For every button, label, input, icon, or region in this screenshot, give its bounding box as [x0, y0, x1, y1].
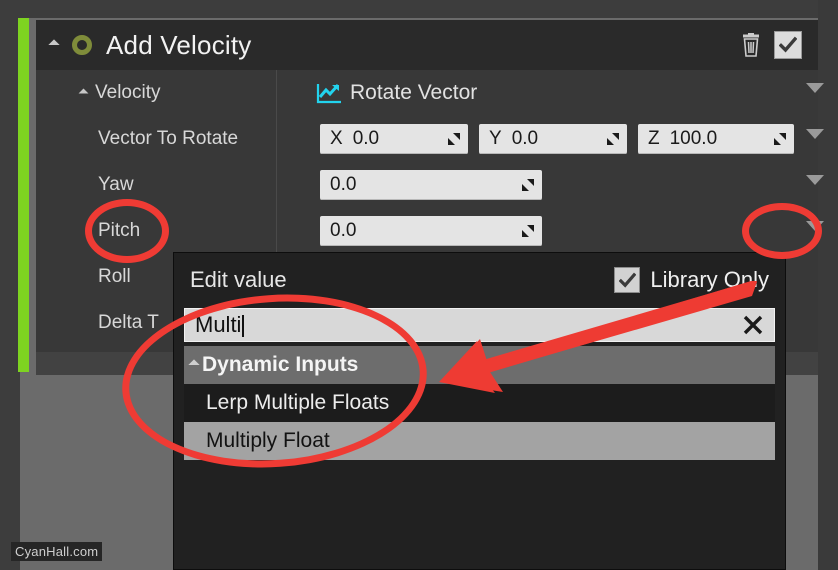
- row-label-velocity: Velocity: [95, 82, 161, 103]
- triangle-collapse-icon[interactable]: [48, 39, 60, 51]
- checked-checkbox-icon: [618, 272, 636, 288]
- watermark: CyanHall.com: [11, 542, 103, 561]
- row-label-roll: Roll: [98, 266, 131, 287]
- pitch-input[interactable]: 0.0: [320, 216, 542, 246]
- triangle-collapse-icon[interactable]: [78, 88, 89, 98]
- pitch-value: 0.0: [330, 220, 357, 241]
- chevron-down-icon[interactable]: [806, 83, 824, 93]
- drag-grip-icon[interactable]: [606, 132, 620, 146]
- green-circle-node-icon: [72, 35, 92, 55]
- trash-icon[interactable]: [740, 33, 762, 57]
- editor-background-top: [0, 0, 838, 18]
- vector-z-input[interactable]: Z 100.0: [638, 124, 794, 154]
- line-chart-icon: [316, 82, 342, 104]
- pitch-dropdown-ellipse: [742, 203, 822, 259]
- yaw-input[interactable]: 0.0: [320, 170, 542, 200]
- checked-checkbox-icon: [779, 36, 797, 53]
- drag-grip-icon[interactable]: [773, 132, 787, 146]
- vector-x-value: 0.0: [352, 128, 380, 149]
- drag-grip-icon[interactable]: [521, 224, 535, 238]
- axis-label-x: X: [330, 128, 343, 149]
- property-row-yaw: Yaw 0.0: [36, 162, 824, 208]
- vector-y-value: 0.0: [511, 128, 539, 149]
- property-row-vector-to-rotate: Vector To Rotate X 0.0 Y 0.0 Z 100.0: [36, 116, 824, 162]
- popup-title: Edit value: [190, 267, 287, 292]
- node-header[interactable]: Add Velocity: [36, 20, 818, 70]
- property-row-velocity: Velocity Rotate Vector: [36, 70, 824, 116]
- row-label-delta-time: Delta T: [98, 312, 159, 333]
- drag-grip-icon[interactable]: [521, 178, 535, 192]
- axis-label-z: Z: [648, 128, 660, 149]
- library-only-label: Library Only: [650, 267, 769, 292]
- chevron-down-icon[interactable]: [806, 129, 824, 139]
- node-header-actions: [740, 31, 818, 59]
- node-enabled-checkbox[interactable]: [774, 31, 802, 59]
- vector-y-input[interactable]: Y 0.0: [479, 124, 627, 154]
- drag-grip-icon[interactable]: [447, 132, 461, 146]
- vector-x-input[interactable]: X 0.0: [320, 124, 468, 154]
- green-accent-bar: [18, 18, 29, 372]
- yaw-value: 0.0: [330, 174, 357, 195]
- pitch-label-ellipse: [85, 199, 169, 263]
- row-label-vector-to-rotate: Vector To Rotate: [98, 128, 239, 149]
- velocity-function-value[interactable]: Rotate Vector: [350, 81, 477, 105]
- axis-label-y: Y: [489, 128, 502, 149]
- vector-z-value: 100.0: [669, 128, 718, 149]
- library-only-checkbox[interactable]: [614, 267, 641, 293]
- close-x-icon[interactable]: [742, 314, 764, 336]
- chevron-down-icon[interactable]: [806, 175, 824, 185]
- page-title: Add Velocity: [106, 29, 252, 60]
- row-label-yaw: Yaw: [98, 174, 134, 195]
- app-root: Add Velocity Velocity Rotate Vector Vect…: [0, 0, 838, 570]
- library-only-toggle[interactable]: Library Only: [614, 267, 785, 293]
- editor-background-left: [0, 0, 20, 570]
